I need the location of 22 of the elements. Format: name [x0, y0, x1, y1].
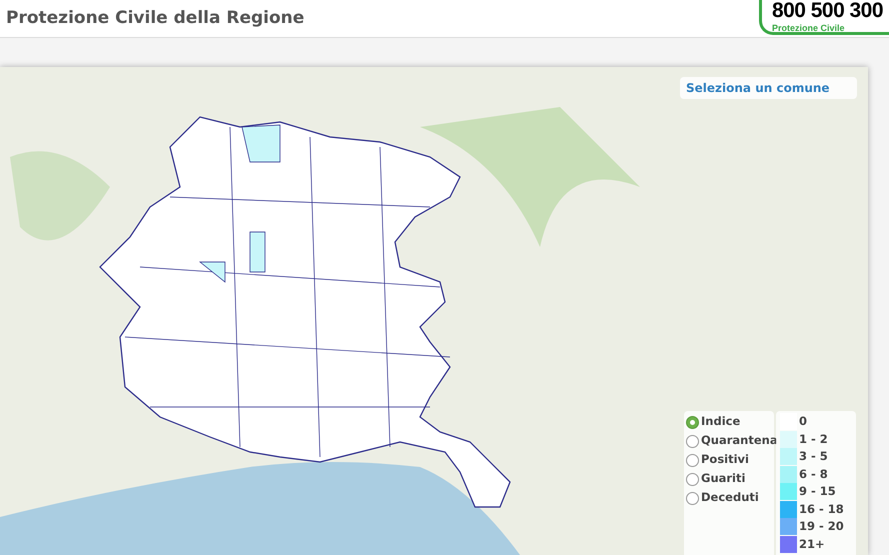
- layer-radio[interactable]: Positivi: [686, 452, 774, 468]
- layer-radio[interactable]: Deceduti: [686, 490, 774, 506]
- hotline-number: 800 500 300: [772, 0, 883, 22]
- layer-label: Deceduti: [701, 489, 759, 506]
- page-title: Protezione Civile della Regione: [6, 6, 304, 30]
- layer-label: Quarantena: [701, 432, 778, 450]
- legend-label: 21+: [799, 536, 825, 553]
- legend-label: 1 - 2: [799, 430, 828, 448]
- legend-label: 3 - 5: [799, 448, 828, 466]
- layer-label: Positivi: [701, 451, 749, 468]
- layer-label: Guariti: [701, 470, 746, 488]
- legend-label: 9 - 15: [799, 483, 836, 500]
- hotline-caption: Protezione Civile: [772, 22, 845, 32]
- layer-label: Indice: [701, 413, 740, 430]
- legend-label: 6 - 8: [799, 466, 828, 483]
- layer-radio[interactable]: Indice: [686, 414, 774, 430]
- map-drawing[interactable]: [0, 67, 868, 555]
- legend-label: 0: [799, 413, 808, 430]
- municipality-search[interactable]: Seleziona un comune: [680, 77, 857, 99]
- legend-label: 19 - 20: [799, 518, 844, 536]
- layer-radio[interactable]: Guariti: [686, 471, 774, 487]
- legend-label: 16 - 18: [799, 500, 844, 518]
